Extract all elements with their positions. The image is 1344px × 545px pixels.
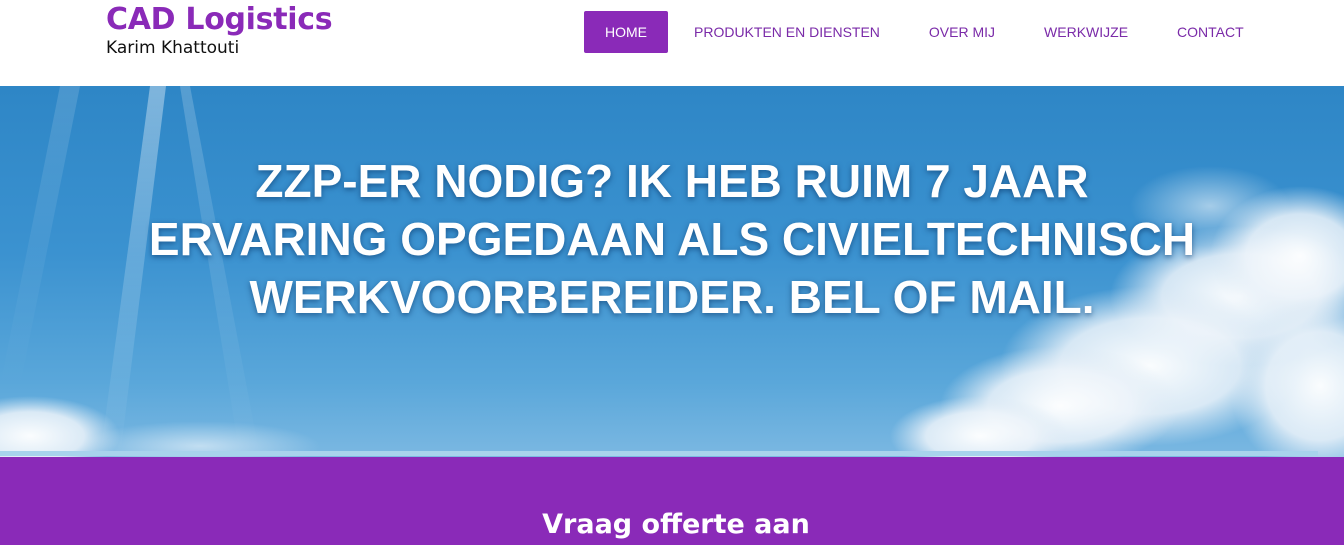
quote-request-title: Vraag offerte aan [542,509,810,540]
hero-banner: ZZP-ER NODIG? IK HEB RUIM 7 JAAR ERVARIN… [0,86,1344,457]
brand-subtitle: Karim Khattouti [106,38,240,58]
nav-home[interactable]: HOME [584,11,668,53]
nav-werkwijze[interactable]: WERKWIJZE [1044,11,1128,53]
quote-request-section: Vraag offerte aan [0,457,1344,545]
nav-over-mij[interactable]: OVER MIJ [929,11,995,53]
nav-contact[interactable]: CONTACT [1177,11,1244,53]
nav-produkten-en-diensten[interactable]: PRODUKTEN EN DIENSTEN [694,11,880,53]
hero-divider [0,451,1318,456]
brand-title[interactable]: CAD Logistics [106,2,333,38]
hero-headline: ZZP-ER NODIG? IK HEB RUIM 7 JAAR ERVARIN… [148,155,1196,323]
main-nav: HOME PRODUKTEN EN DIENSTEN OVER MIJ WERK… [584,11,1244,53]
site-header: CAD Logistics Karim Khattouti HOME PRODU… [0,0,1344,86]
brand[interactable]: CAD Logistics Karim Khattouti [106,2,333,58]
